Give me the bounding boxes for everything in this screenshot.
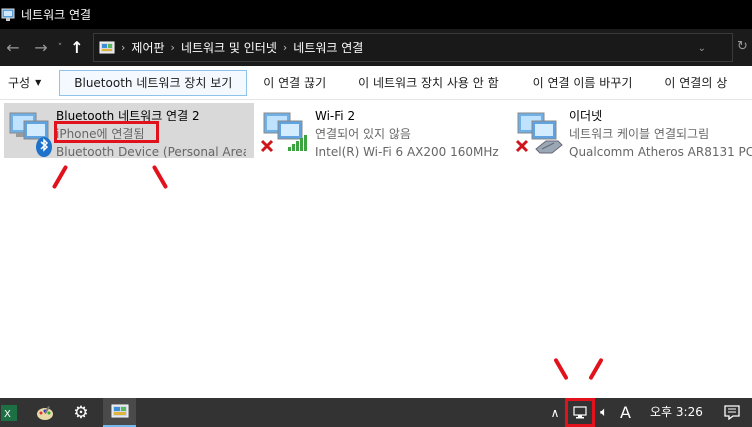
forward-arrow-icon[interactable]: → <box>30 37 52 59</box>
control-panel-icon <box>99 41 115 53</box>
annotation-highlight-box <box>54 121 159 143</box>
title-bar: 네트워크 연결 <box>0 0 752 29</box>
back-arrow-icon[interactable]: ← <box>2 37 24 59</box>
breadcrumb-network-connections[interactable]: 네트워크 연결 <box>293 39 363 56</box>
ethernet-network-icon <box>512 103 569 158</box>
wifi-network-icon <box>258 103 315 158</box>
connection-device: Bluetooth Device (Personal Area ... <box>56 145 246 159</box>
breadcrumb-network-internet[interactable]: 네트워크 및 인터넷 <box>181 39 277 56</box>
settings-gear-icon[interactable]: ⚙ <box>66 398 96 427</box>
taskbar: X ⚙ ∧ 🔈︎ A 오후 3:26 <box>0 398 752 427</box>
recent-locations-chevron-icon[interactable]: ˅ <box>54 37 66 59</box>
connection-name: 이더넷 <box>569 109 603 123</box>
breadcrumb-separator-icon: › <box>121 41 126 54</box>
annotation-stroke-left <box>51 164 69 190</box>
chevron-down-icon: ▼ <box>35 78 42 87</box>
address-field[interactable]: › 제어판 › 네트워크 및 인터넷 › 네트워크 연결 ⌄ <box>93 33 733 62</box>
ime-indicator[interactable]: A <box>620 398 631 427</box>
paint-icon[interactable] <box>30 398 60 427</box>
connection-status: 연결되어 있지 않음 <box>315 127 411 141</box>
rename-connection-button[interactable]: 이 연결 이름 바꾸기 <box>513 70 647 96</box>
disconnect-button[interactable]: 이 연결 끊기 <box>247 70 340 96</box>
disable-device-button[interactable]: 이 네트워크 장치 사용 안 함 <box>340 70 513 96</box>
organize-menu-button[interactable]: 구성 ▼ <box>0 70 55 96</box>
connection-item-ethernet[interactable]: 이더넷 네트워크 케이블 연결되그림 Qualcomm Atheros AR81… <box>512 103 752 159</box>
refresh-icon[interactable]: ↻ <box>737 39 748 54</box>
organize-label: 구성 <box>8 76 31 90</box>
annotation-stroke-right <box>151 164 169 190</box>
view-bluetooth-devices-button[interactable]: Bluetooth 네트워크 장치 보기 <box>59 69 248 96</box>
control-panel-taskbar-icon[interactable] <box>103 398 136 427</box>
connection-name: Wi-Fi 2 <box>315 109 356 123</box>
excel-icon[interactable]: X <box>0 398 18 427</box>
annotation-stroke-tray-left <box>553 357 569 381</box>
show-hidden-icons-chevron-icon[interactable]: ∧ <box>548 398 562 427</box>
bluetooth-network-icon <box>4 103 56 158</box>
action-center-notification-icon[interactable] <box>718 398 746 427</box>
annotation-tray-highlight-box <box>565 398 595 427</box>
connection-item-wifi[interactable]: Wi-Fi 2 연결되어 있지 않음 Intel(R) Wi-Fi 6 AX20… <box>258 103 503 159</box>
address-dropdown-icon[interactable]: ⌄ <box>698 43 706 54</box>
clock[interactable]: 오후 3:26 <box>650 398 703 427</box>
breadcrumb-separator-icon: › <box>170 41 175 54</box>
annotation-stroke-tray-right <box>588 357 604 381</box>
breadcrumb-separator-icon: › <box>282 41 288 54</box>
address-bar: ← → ˅ ↑ › 제어판 › 네트워크 및 인터넷 › 네트워크 연결 ⌄ ↻ <box>0 29 752 66</box>
connection-device: Intel(R) Wi-Fi 6 AX200 160MHz <box>315 145 499 159</box>
window-title: 네트워크 연결 <box>21 8 92 22</box>
command-bar: 구성 ▼ Bluetooth 네트워크 장치 보기 이 연결 끊기 이 네트워크… <box>0 66 752 100</box>
breadcrumb-control-panel[interactable]: 제어판 <box>131 39 164 56</box>
connection-device: Qualcomm Atheros AR8131 PCI... <box>569 145 752 159</box>
up-arrow-icon[interactable]: ↑ <box>66 37 88 59</box>
volume-icon[interactable]: 🔈︎ <box>594 398 614 427</box>
connection-status-button[interactable]: 이 연결의 상 <box>646 70 741 96</box>
connection-status: 네트워크 케이블 연결되그림 <box>569 127 710 141</box>
network-connections-app-icon <box>1 8 15 21</box>
svg-text:X: X <box>4 409 11 420</box>
